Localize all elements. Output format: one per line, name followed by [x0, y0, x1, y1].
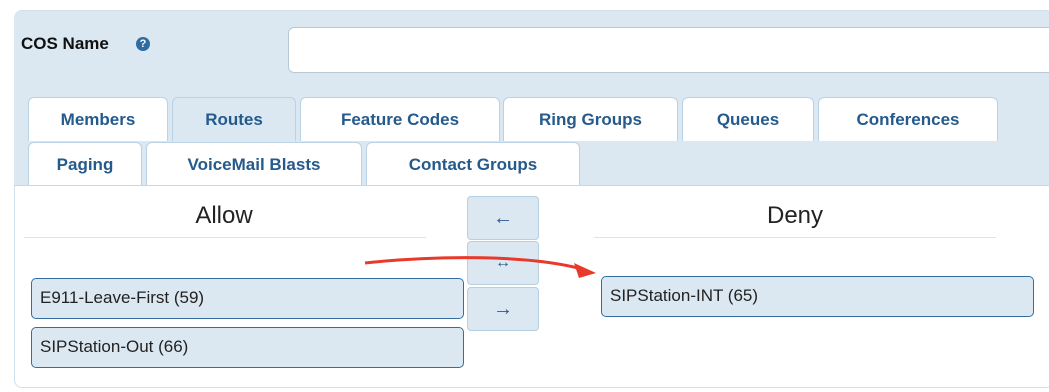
tab-routes[interactable]: Routes [172, 97, 296, 141]
allow-divider [24, 237, 426, 238]
cos-name-input[interactable] [288, 27, 1049, 73]
help-icon[interactable]: ? [136, 37, 150, 51]
tab-paging[interactable]: Paging [28, 142, 142, 186]
annotation-arrow-icon [364, 256, 596, 278]
allow-title: Allow [195, 202, 253, 229]
tab-members[interactable]: Members [28, 97, 168, 141]
deny-divider [594, 237, 996, 238]
deny-list-item[interactable]: SIPStation-INT (65) [601, 276, 1034, 317]
tab-ring-groups[interactable]: Ring Groups [503, 97, 678, 141]
arrow-right-icon: → [493, 297, 513, 320]
tab-conferences[interactable]: Conferences [818, 97, 998, 141]
tab-feature-codes[interactable]: Feature Codes [300, 97, 500, 141]
deny-title: Deny [766, 202, 824, 229]
move-left-button[interactable]: ← [467, 196, 539, 240]
move-right-button[interactable]: → [467, 287, 539, 331]
tab-queues[interactable]: Queues [682, 97, 814, 141]
cos-name-label: COS Name [21, 34, 109, 53]
arrow-left-icon: ← [493, 206, 513, 229]
tab-voicemail-blasts[interactable]: VoiceMail Blasts [146, 142, 362, 186]
tab-contact-groups[interactable]: Contact Groups [366, 142, 580, 186]
allow-list-item[interactable]: SIPStation-Out (66) [31, 327, 464, 368]
tabs-divider [14, 185, 1049, 186]
